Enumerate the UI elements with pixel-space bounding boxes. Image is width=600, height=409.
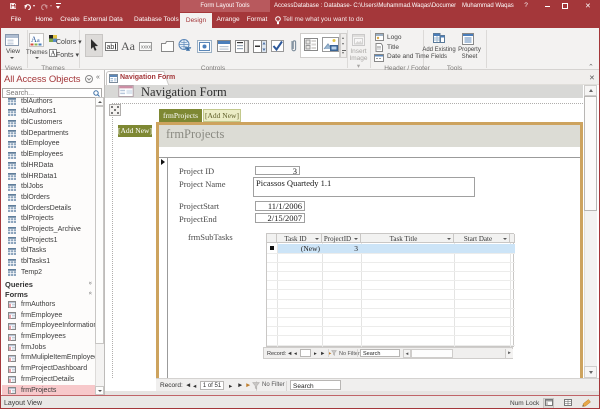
svg-text:xxxx: xxxx (141, 45, 152, 51)
svg-text:ab: ab (107, 44, 115, 51)
svg-text:A: A (51, 50, 56, 58)
svg-text:a: a (37, 38, 40, 44)
